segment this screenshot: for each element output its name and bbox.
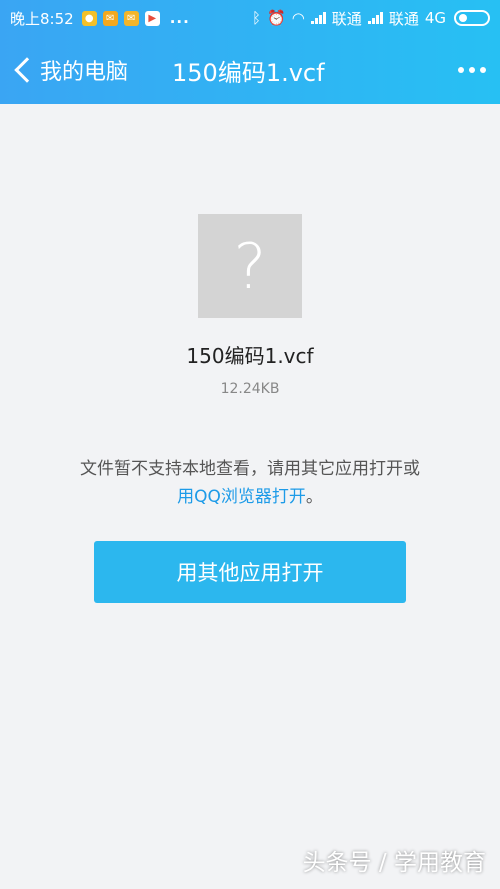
notification-app-icon: ● bbox=[81, 10, 97, 26]
chevron-left-icon bbox=[14, 57, 40, 83]
app-header: 晚上8:52 ● ✉ ✉ ▶ ... ᛒ ⏰ ◠ 联通 联通 4G 我的电脑 1… bbox=[0, 0, 500, 104]
open-with-other-app-button[interactable]: 用其他应用打开 bbox=[94, 541, 406, 603]
back-button[interactable]: 我的电脑 bbox=[10, 54, 128, 86]
open-in-qq-browser-link[interactable]: 用QQ浏览器打开 bbox=[177, 487, 306, 507]
mail-icon: ✉ bbox=[102, 10, 118, 26]
status-indicators: ᛒ ⏰ ◠ 联通 联通 4G bbox=[252, 8, 490, 29]
more-dots-icon bbox=[458, 67, 464, 73]
message-suffix: 。 bbox=[305, 487, 323, 507]
battery-icon bbox=[454, 10, 490, 26]
message-text: 文件暂不支持本地查看，请用其它应用打开或 bbox=[80, 459, 420, 479]
mail-icon: ✉ bbox=[123, 10, 139, 26]
status-time: 晚上8:52 bbox=[10, 9, 74, 28]
page-title: 150编码1.vcf bbox=[172, 58, 325, 87]
alarm-icon: ⏰ bbox=[267, 9, 286, 27]
unsupported-message: 文件暂不支持本地查看，请用其它应用打开或 用QQ浏览器打开。 bbox=[30, 455, 470, 511]
more-notifications: ... bbox=[169, 9, 190, 27]
video-app-icon: ▶ bbox=[144, 10, 160, 26]
nav-bar: 我的电脑 150编码1.vcf bbox=[0, 36, 500, 104]
more-dots-icon bbox=[469, 67, 475, 73]
signal-icon bbox=[367, 12, 383, 24]
bluetooth-icon: ᛒ bbox=[252, 9, 262, 27]
carrier-label: 联通 bbox=[331, 9, 362, 28]
file-name: 150编码1.vcf bbox=[186, 344, 314, 368]
more-dots-icon bbox=[480, 67, 486, 73]
wifi-icon: ◠ bbox=[291, 9, 305, 27]
back-label: 我的电脑 bbox=[40, 60, 129, 85]
file-size: 12.24KB bbox=[220, 381, 280, 397]
question-mark-icon: ? bbox=[198, 214, 302, 318]
signal-icon bbox=[310, 12, 326, 24]
network-type: 4G bbox=[424, 9, 446, 27]
watermark: 头条号 / 学用教育 bbox=[302, 850, 486, 876]
more-options-button[interactable] bbox=[458, 67, 486, 73]
status-bar: 晚上8:52 ● ✉ ✉ ▶ ... ᛒ ⏰ ◠ 联通 联通 4G bbox=[0, 0, 500, 36]
carrier-label: 联通 bbox=[388, 9, 419, 28]
